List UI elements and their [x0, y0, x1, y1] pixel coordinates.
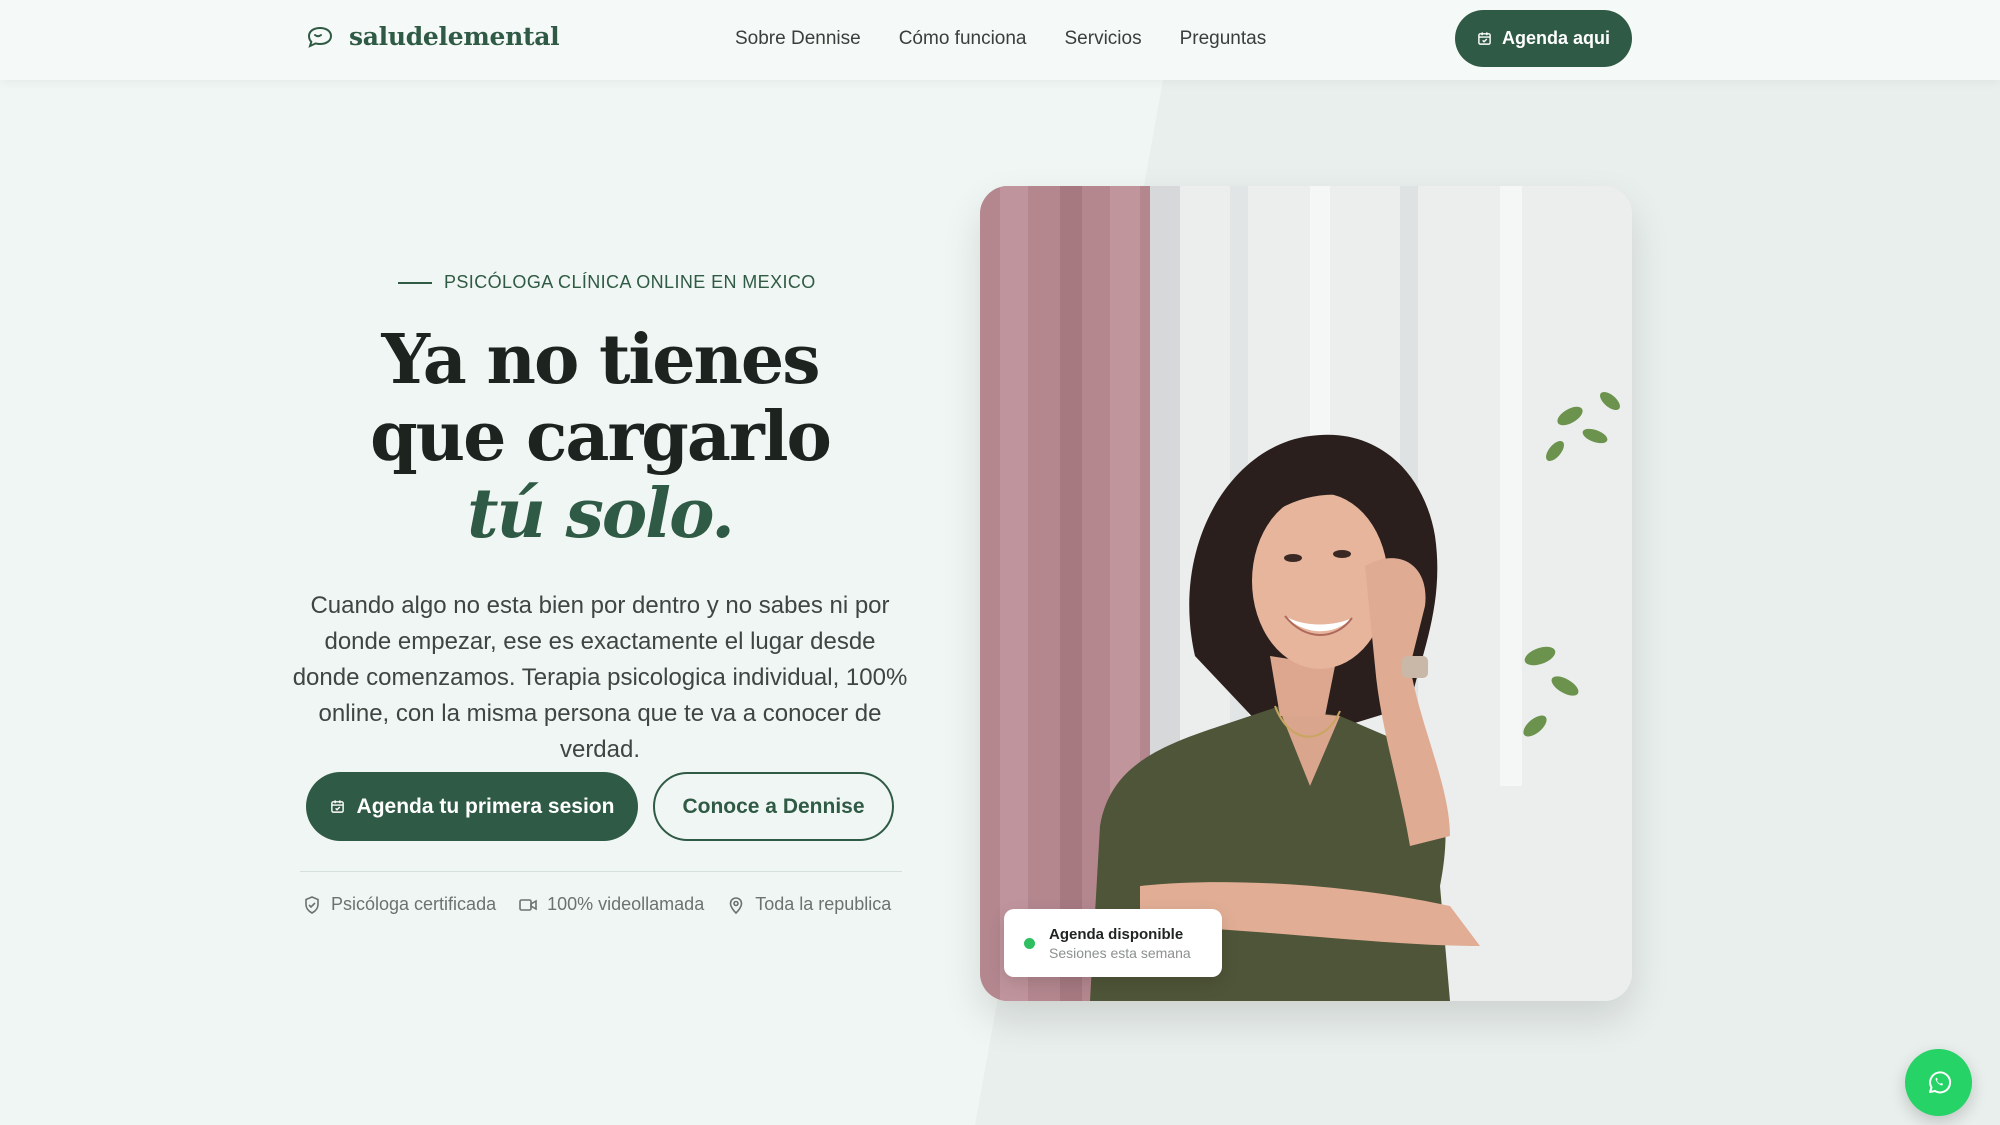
landing-page: saludelemental Sobre Dennise Cómo funcio… — [0, 0, 2000, 1125]
calendar-icon — [1478, 32, 1491, 45]
nav-link-servicios[interactable]: Servicios — [1065, 28, 1142, 50]
headline-line-1: Ya no tienes — [381, 320, 821, 400]
therapist-portrait — [980, 186, 1632, 1001]
trust-item-certified: Psicóloga certificada — [302, 894, 496, 915]
book-first-session-label: Agenda tu primera sesion — [356, 794, 615, 818]
header-agenda-label: Agenda aqui — [1501, 28, 1610, 48]
nav-link-como-funciona[interactable]: Cómo funciona — [899, 28, 1027, 50]
site-header: saludelemental Sobre Dennise Cómo funcio… — [0, 0, 2000, 80]
map-pin-icon — [729, 896, 743, 914]
whatsapp-icon — [1928, 1070, 1951, 1093]
therapist-photo: Agenda disponible Sesiones esta semana — [980, 186, 1632, 1001]
hero-headline: Ya no tienes que cargarlo tú solo. — [300, 322, 900, 553]
availability-status-dot — [1024, 937, 1035, 949]
availability-badge: Agenda disponible Sesiones esta semana — [1004, 909, 1222, 977]
header-agenda-button[interactable]: Agenda aqui — [1455, 10, 1632, 67]
meet-dennise-button[interactable]: Conoce a Dennise — [653, 772, 894, 841]
trust-label-certified: Psicóloga certificada — [331, 894, 497, 914]
availability-title: Agenda disponible — [1049, 925, 1184, 943]
trust-item-location: Toda la republica — [726, 894, 891, 915]
nav-link-preguntas[interactable]: Preguntas — [1180, 28, 1267, 50]
meet-dennise-label: Conoce a Dennise — [682, 794, 865, 818]
hero-divider — [300, 871, 902, 872]
trust-item-video: 100% videollamada — [518, 894, 704, 915]
hero-lead: Cuando algo no esta bien por dentro y no… — [292, 592, 908, 763]
availability-subtitle: Sesiones esta semana — [1049, 944, 1191, 961]
calendar-icon — [330, 800, 344, 813]
headline-accent: tú solo. — [467, 474, 735, 554]
brand-name: saludelemental — [349, 22, 560, 51]
book-first-session-button[interactable]: Agenda tu primera sesion — [306, 772, 638, 841]
main-nav: Sobre Dennise Cómo funciona Servicios Pr… — [735, 28, 1266, 50]
availability-text: Agenda disponible Sesiones esta semana — [1049, 926, 1191, 961]
eyebrow-line — [398, 281, 432, 284]
hero-eyebrow: PSICÓLOGA CLÍNICA ONLINE EN MEXICO — [398, 272, 816, 293]
trust-label-location: Toda la republica — [755, 894, 892, 914]
speech-bubble-icon — [307, 26, 333, 48]
headline-line-2: que cargarlo — [370, 397, 832, 477]
nav-link-sobre-dennise[interactable]: Sobre Dennise — [735, 28, 861, 50]
brand-logo[interactable]: saludelemental — [305, 22, 560, 51]
trust-label-video: 100% videollamada — [547, 894, 705, 914]
eyebrow-text: PSICÓLOGA CLÍNICA ONLINE EN MEXICO — [444, 272, 816, 292]
trust-badges: Psicóloga certificada 100% videollamada … — [302, 894, 891, 915]
whatsapp-button[interactable] — [1905, 1049, 1972, 1116]
shield-check-icon — [305, 895, 319, 914]
video-camera-icon — [519, 898, 537, 911]
